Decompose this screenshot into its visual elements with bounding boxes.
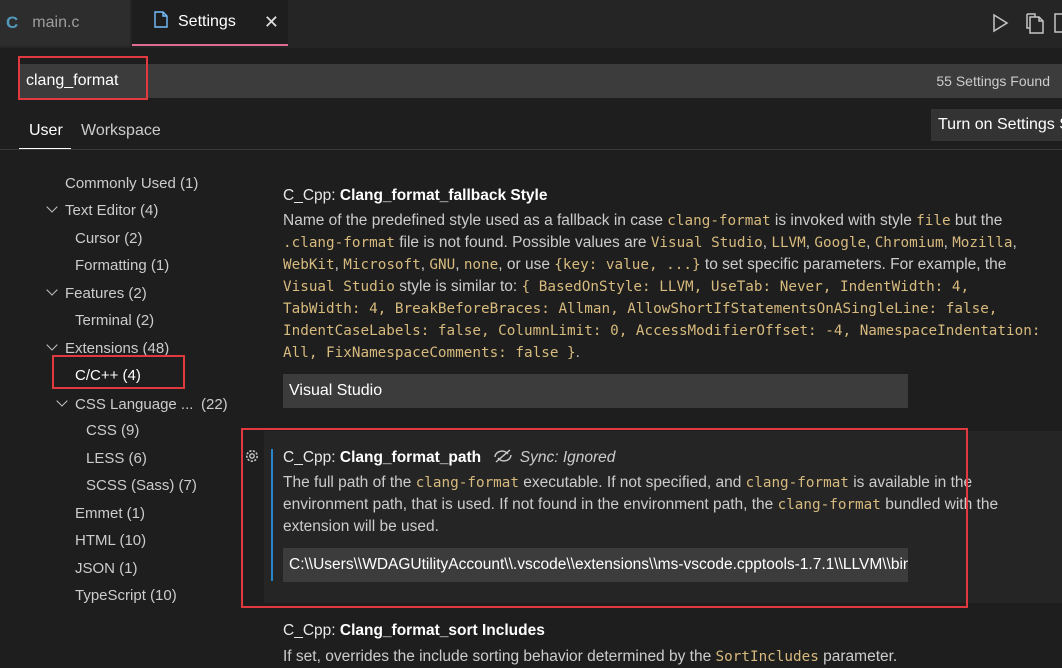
toc-css-language[interactable]: CSS Language ... bbox=[75, 396, 193, 413]
desc-line: Visual Studio style is similar to: { Bas… bbox=[283, 278, 970, 295]
ccpp-highlight-box bbox=[52, 355, 185, 389]
chevron-down-icon[interactable] bbox=[46, 339, 58, 351]
search-highlight-box bbox=[18, 56, 148, 100]
settings-found-count: 55 Settings Found bbox=[936, 73, 1050, 89]
settings-search-input[interactable]: clang_format 55 Settings Found bbox=[18, 64, 1062, 98]
toc-json[interactable]: JSON (1) bbox=[75, 560, 138, 577]
toc-css-language-count: (22) bbox=[201, 396, 228, 413]
toc-terminal[interactable]: Terminal (2) bbox=[75, 312, 154, 329]
toc-html[interactable]: HTML (10) bbox=[75, 532, 146, 549]
toc-commonly-used[interactable]: Commonly Used (1) bbox=[65, 175, 198, 192]
setting-description-fallback: Name of the predefined style used as a f… bbox=[283, 210, 1040, 364]
file-icon bbox=[154, 11, 168, 33]
chevron-down-icon[interactable] bbox=[56, 395, 68, 407]
tab-user[interactable]: User bbox=[29, 122, 63, 140]
close-icon[interactable]: ✕ bbox=[264, 12, 279, 33]
setting-title-sort-includes: C_Cpp: Clang_format_sort Includes bbox=[283, 622, 545, 640]
setting-category: C_Cpp: bbox=[283, 187, 340, 204]
setting-title-fallback-style: C_Cpp: Clang_format_fallback Style bbox=[283, 187, 547, 205]
scope-divider bbox=[0, 149, 1062, 150]
split-editor-icon[interactable] bbox=[1054, 13, 1062, 38]
tab-workspace[interactable]: Workspace bbox=[81, 122, 161, 140]
desc-line: WebKit, Microsoft, GNU, none, or use {ke… bbox=[283, 256, 1007, 273]
desc-line: .clang-format file is not found. Possibl… bbox=[283, 234, 1017, 251]
toc-cursor[interactable]: Cursor (2) bbox=[75, 230, 143, 247]
tab-main-c[interactable]: C main.c bbox=[0, 0, 130, 46]
tab-settings[interactable]: Settings ✕ bbox=[132, 0, 288, 46]
setting-category: C_Cpp: bbox=[283, 622, 340, 639]
fallback-style-input[interactable]: Visual Studio bbox=[283, 374, 908, 408]
toc-less[interactable]: LESS (6) bbox=[86, 450, 147, 467]
desc-line: TabWidth: 4, BreakBeforeBraces: Allman, … bbox=[283, 301, 998, 317]
chevron-down-icon[interactable] bbox=[46, 201, 58, 213]
setting-key: Clang_format_sort Includes bbox=[339, 622, 545, 639]
toc-features[interactable]: Features (2) bbox=[65, 285, 147, 302]
c-file-icon: C bbox=[6, 13, 19, 32]
toc-css[interactable]: CSS (9) bbox=[86, 422, 139, 439]
path-highlight-box bbox=[241, 428, 968, 608]
toc-formatting[interactable]: Formatting (1) bbox=[75, 257, 169, 274]
run-icon[interactable] bbox=[990, 13, 1010, 38]
fallback-style-value: Visual Studio bbox=[289, 382, 383, 399]
toc-text-editor[interactable]: Text Editor (4) bbox=[65, 202, 158, 219]
toc-scss[interactable]: SCSS (Sass) (7) bbox=[86, 477, 197, 494]
tab-main-label: main.c bbox=[32, 14, 80, 31]
desc-line: IndentCaseLabels: false, ColumnLimit: 0,… bbox=[283, 323, 1041, 339]
toc-emmet[interactable]: Emmet (1) bbox=[75, 505, 145, 522]
desc-line: Name of the predefined style used as a f… bbox=[283, 212, 1003, 229]
editor-tab-bar: C main.c Settings ✕ bbox=[0, 0, 1062, 48]
open-settings-json-icon[interactable] bbox=[1024, 13, 1046, 40]
toc-typescript[interactable]: TypeScript (10) bbox=[75, 587, 177, 604]
tab-settings-label: Settings bbox=[178, 13, 236, 30]
desc-line: All, FixNamespaceComments: false }. bbox=[283, 344, 580, 361]
chevron-down-icon[interactable] bbox=[46, 284, 58, 296]
turn-on-settings-sync-button[interactable]: Turn on Settings Sync bbox=[931, 109, 1062, 141]
setting-key: Clang_format_fallback Style bbox=[339, 187, 548, 204]
